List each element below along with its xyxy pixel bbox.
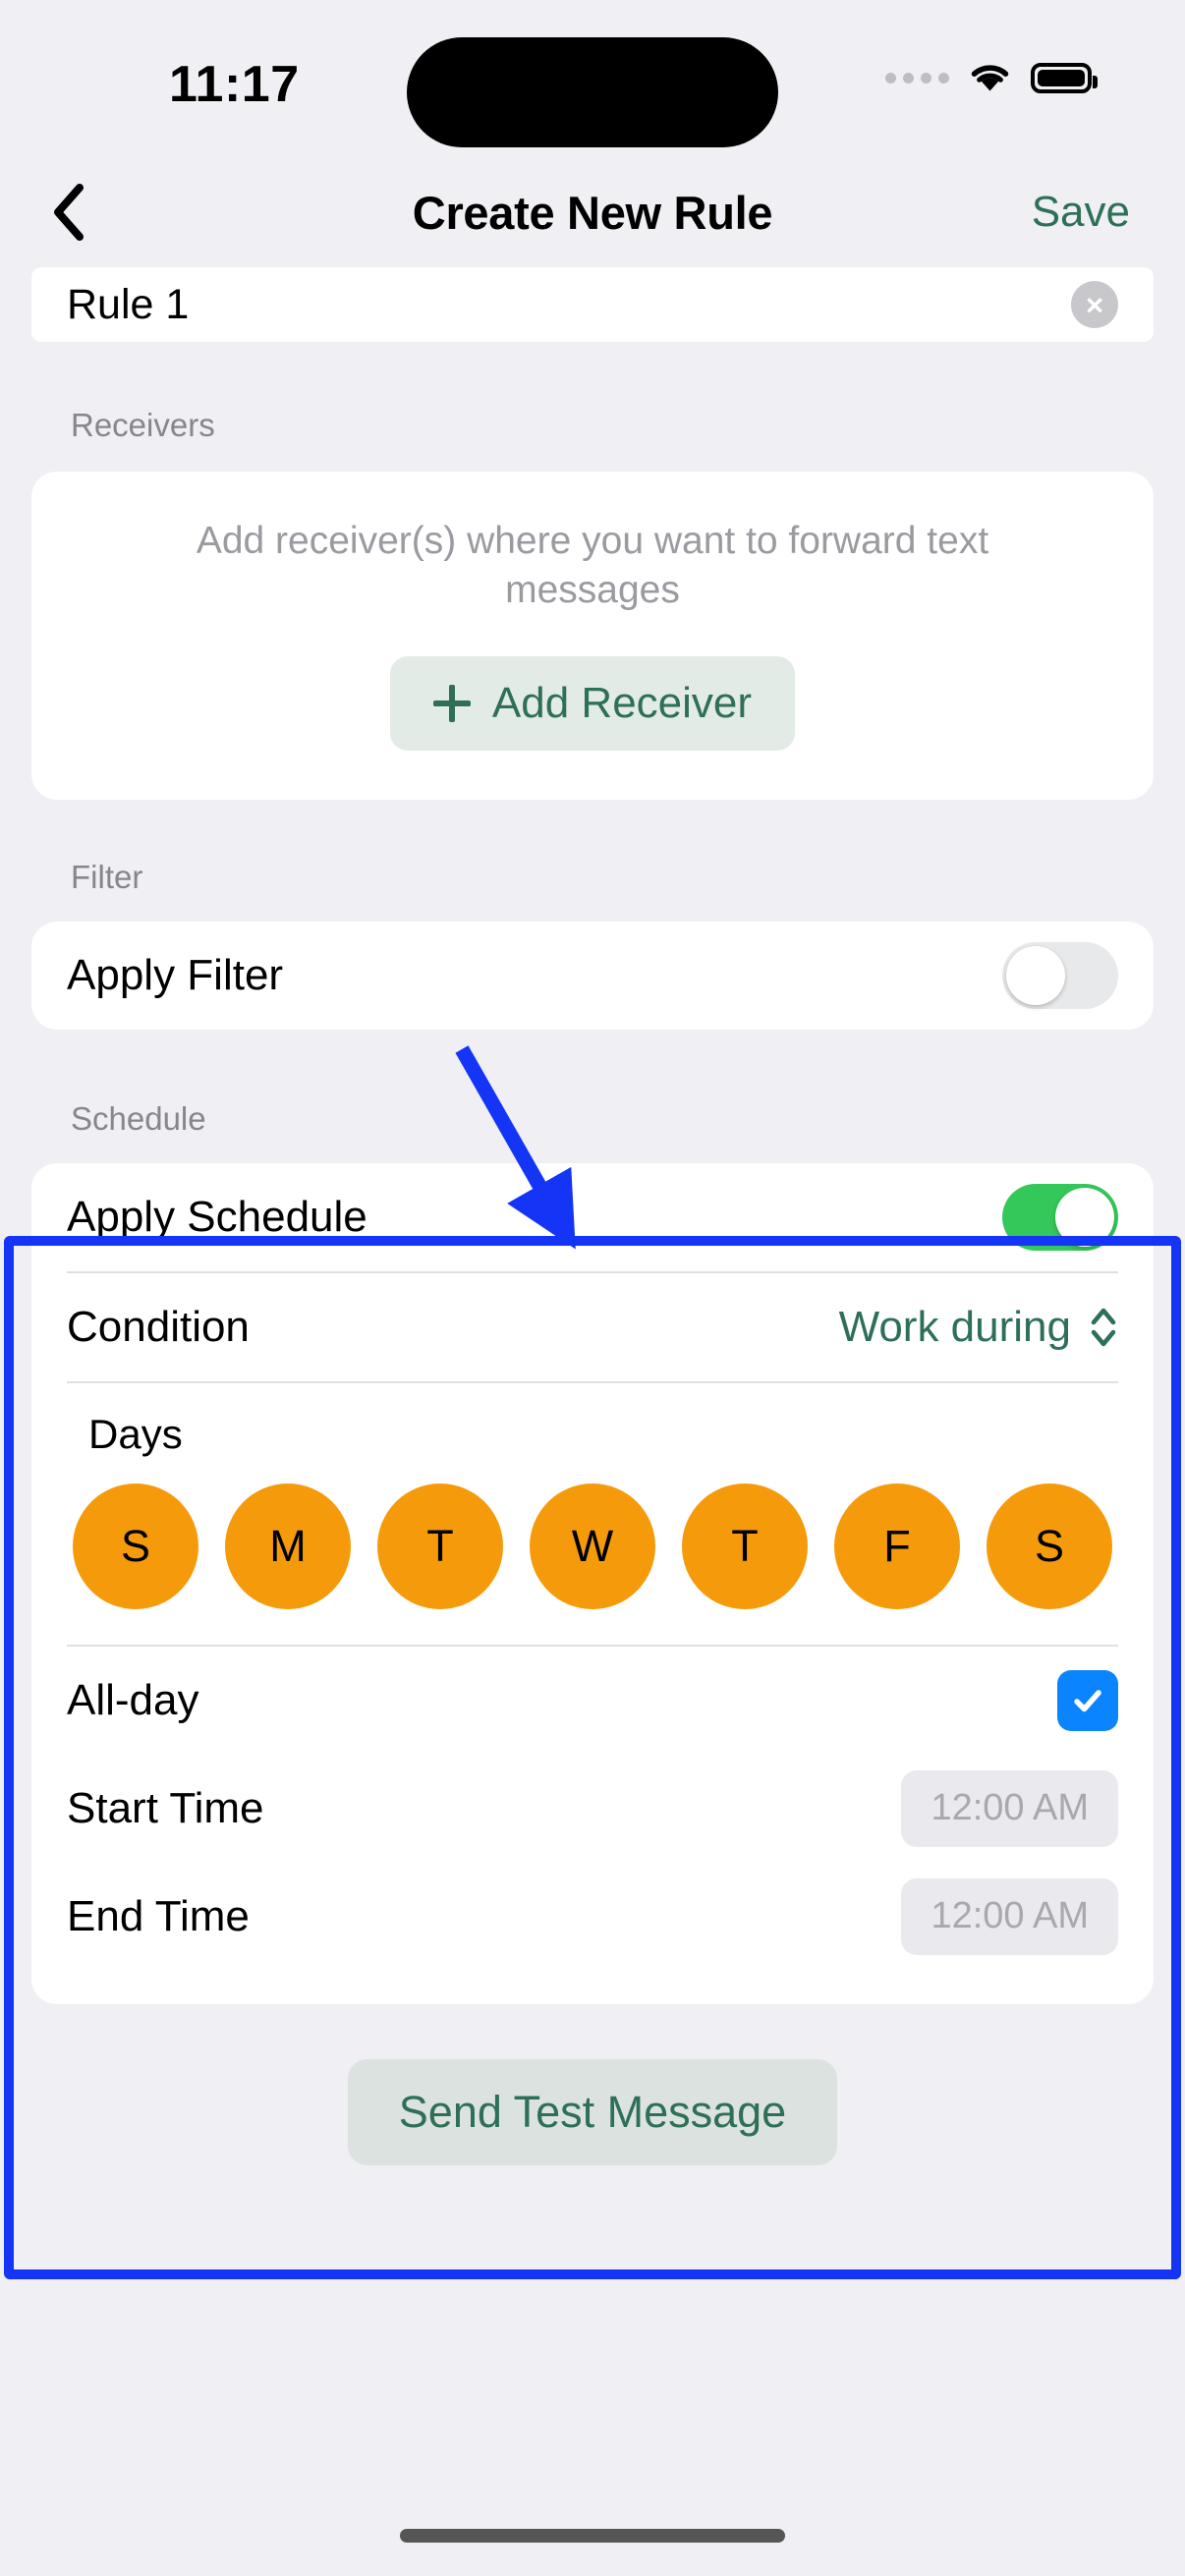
add-receiver-label: Add Receiver: [491, 678, 753, 727]
condition-label: Condition: [67, 1302, 250, 1351]
wifi-icon: [968, 61, 1012, 94]
status-bar-icons: [885, 61, 1098, 94]
condition-value: Work during: [838, 1302, 1071, 1351]
save-button[interactable]: Save: [1032, 188, 1130, 237]
receivers-section-label: Receivers: [71, 407, 215, 443]
start-time-label: Start Time: [67, 1783, 264, 1832]
phone-screen: 11:17 Create New Rule Save Rule 1 × Rece…: [0, 0, 1185, 2576]
day-toggle-tue[interactable]: T: [377, 1483, 503, 1609]
back-button[interactable]: [41, 181, 94, 244]
send-test-message-button[interactable]: Send Test Message: [347, 2058, 838, 2165]
home-indicator: [400, 2529, 785, 2543]
receivers-card: Add receiver(s) where you want to forwar…: [31, 472, 1154, 800]
all-day-row[interactable]: All-day: [31, 1647, 1154, 1755]
end-time-label: End Time: [67, 1891, 250, 1940]
schedule-section-label: Schedule: [71, 1099, 206, 1137]
scroll-content: Rule 1 × Receivers Add receiver(s) where…: [0, 267, 1185, 2165]
all-day-checkbox[interactable]: [1057, 1669, 1118, 1731]
apply-filter-label: Apply Filter: [67, 950, 284, 999]
navigation-bar: Create New Rule Save: [0, 157, 1185, 267]
days-row: S M T W T F S: [67, 1483, 1118, 1609]
day-toggle-sat[interactable]: S: [987, 1483, 1112, 1609]
days-block: Days S M T W T F S: [31, 1383, 1154, 1645]
add-receiver-button[interactable]: Add Receiver: [389, 655, 796, 751]
status-bar-time: 11:17: [169, 56, 300, 113]
status-bar: 11:17: [0, 0, 1185, 157]
condition-selector[interactable]: Work during: [839, 1303, 1118, 1352]
filter-card: Apply Filter: [31, 921, 1154, 1030]
battery-full-icon: [1031, 62, 1098, 93]
rule-name-value: Rule 1: [67, 280, 190, 328]
plus-icon: [432, 684, 471, 722]
day-toggle-fri[interactable]: F: [834, 1483, 960, 1609]
end-time-row[interactable]: End Time 12:00 AM: [31, 1863, 1154, 1971]
end-time-value[interactable]: 12:00 AM: [901, 1877, 1118, 1955]
footer: Send Test Message: [0, 2004, 1185, 2165]
apply-schedule-label: Apply Schedule: [67, 1192, 367, 1241]
day-toggle-thu[interactable]: T: [682, 1483, 808, 1609]
cellular-dots-icon: [885, 72, 949, 84]
schedule-card: Apply Schedule Condition Work during Day…: [31, 1162, 1154, 2004]
chevron-up-down-icon: [1091, 1308, 1116, 1347]
start-time-value[interactable]: 12:00 AM: [901, 1769, 1118, 1847]
all-day-label: All-day: [67, 1675, 199, 1724]
page-title: Create New Rule: [412, 186, 773, 239]
start-time-row[interactable]: Start Time 12:00 AM: [31, 1755, 1154, 1863]
day-toggle-sun[interactable]: S: [73, 1483, 198, 1609]
chevron-left-icon: [54, 184, 84, 241]
dynamic-island: [407, 37, 778, 147]
apply-filter-toggle[interactable]: [1002, 941, 1118, 1009]
condition-row[interactable]: Condition Work during: [31, 1273, 1154, 1381]
days-label: Days: [88, 1410, 183, 1457]
clear-icon[interactable]: ×: [1071, 281, 1118, 328]
apply-filter-row[interactable]: Apply Filter: [31, 922, 1154, 1030]
rule-name-field[interactable]: Rule 1 ×: [31, 267, 1154, 342]
apply-schedule-toggle[interactable]: [1002, 1183, 1118, 1251]
checkmark-icon: [1074, 1690, 1101, 1712]
day-toggle-mon[interactable]: M: [225, 1483, 351, 1609]
apply-schedule-row[interactable]: Apply Schedule: [31, 1163, 1154, 1271]
filter-section-label: Filter: [71, 858, 143, 895]
receivers-description: Add receiver(s) where you want to forwar…: [196, 520, 989, 611]
day-toggle-wed[interactable]: W: [530, 1483, 655, 1609]
